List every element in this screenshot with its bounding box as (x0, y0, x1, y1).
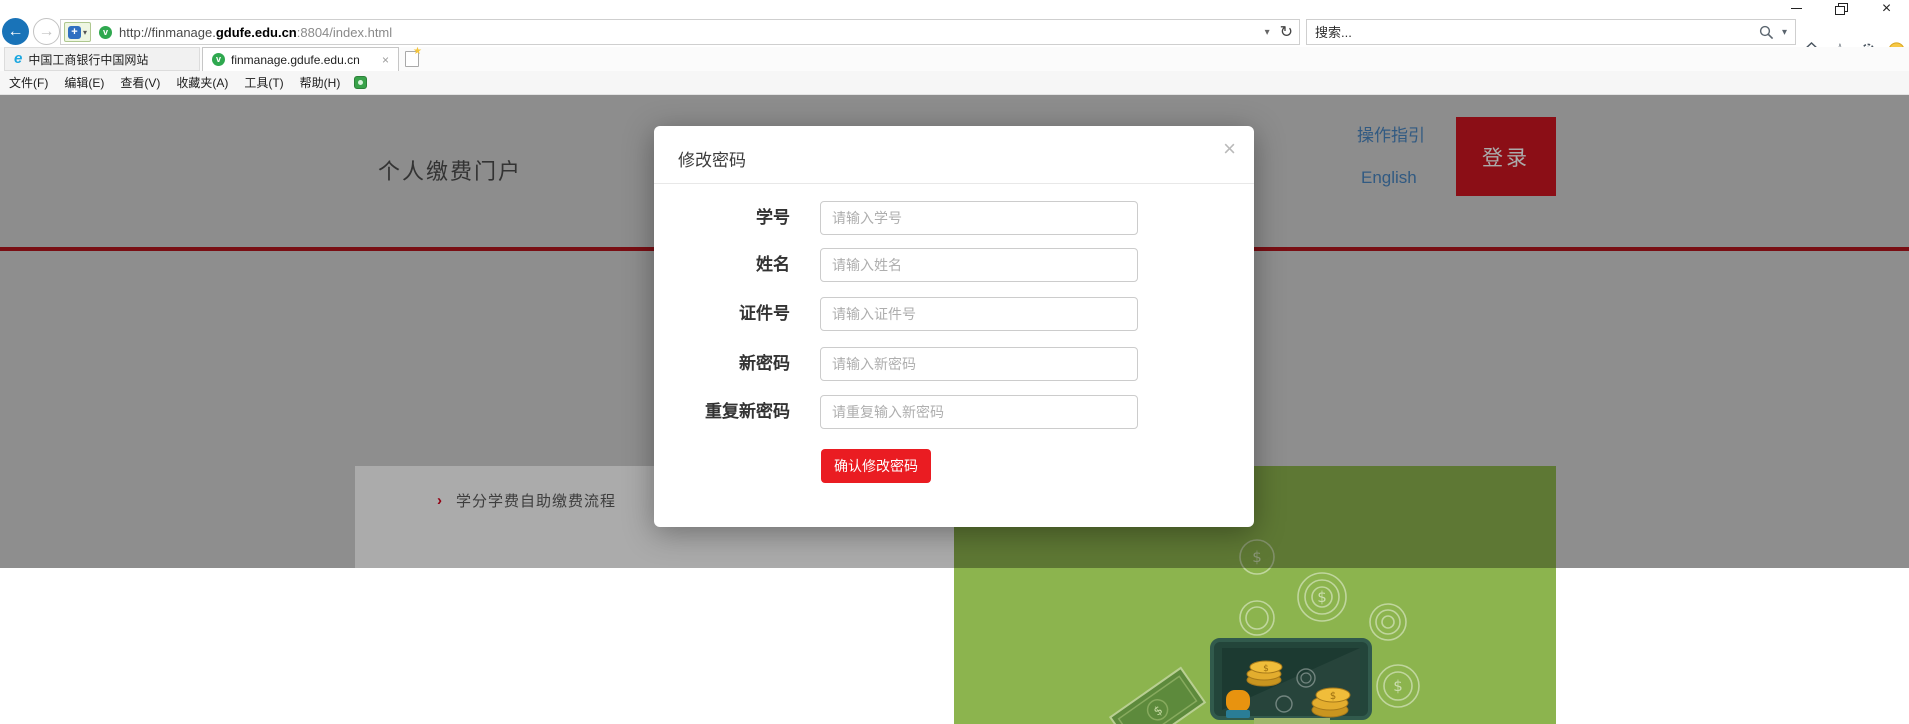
search-box: ▾ (1306, 19, 1796, 45)
close-window-button[interactable]: × (1864, 0, 1909, 17)
svg-text:$: $ (1330, 691, 1336, 702)
dialog-divider (654, 183, 1254, 184)
menu-tools[interactable]: 工具(T) (244, 74, 283, 91)
svg-text:$: $ (1317, 588, 1327, 606)
address-row: ← → + ▾ v http://finmanage.gdufe.edu.cn:… (0, 17, 1909, 47)
menu-view[interactable]: 查看(V) (120, 74, 160, 91)
tab-bar: e 中国工商银行中国网站 v finmanage.gdufe.edu.cn × … (0, 47, 1909, 71)
new-tab-star-icon: ★ (413, 46, 422, 57)
search-icon[interactable] (1759, 25, 1774, 40)
field-row-student-id: 学号 (654, 201, 1254, 235)
field-row-new-password: 新密码 (654, 347, 1254, 381)
refresh-icon[interactable]: ↻ (1280, 22, 1293, 42)
zone-plus-icon: + (68, 26, 81, 39)
field-row-repeat-password: 重复新密码 (654, 395, 1254, 429)
field-row-name: 姓名 (654, 248, 1254, 282)
new-password-input[interactable] (820, 347, 1138, 381)
menu-bar: 文件(F) 编辑(E) 查看(V) 收藏夹(A) 工具(T) 帮助(H) (0, 71, 1909, 95)
site-favicon-icon: v (212, 53, 225, 66)
svg-text:$: $ (1263, 664, 1269, 674)
field-label: 学号 (654, 201, 790, 235)
window-title-bar: × (0, 0, 1909, 17)
address-bar-controls: ▾ ↻ (1265, 20, 1293, 44)
search-input[interactable] (1307, 25, 1759, 40)
restore-button[interactable] (1819, 0, 1864, 17)
new-tab-button[interactable]: ★ (405, 51, 419, 67)
field-label: 证件号 (654, 297, 790, 331)
tab-label: finmanage.gdufe.edu.cn (231, 53, 360, 67)
name-input[interactable] (820, 248, 1138, 282)
confirm-change-password-button[interactable]: 确认修改密码 (821, 449, 931, 483)
address-bar[interactable]: + ▾ v http://finmanage.gdufe.edu.cn:8804… (60, 19, 1300, 45)
menu-help[interactable]: 帮助(H) (300, 74, 341, 91)
search-box-icons: ▾ (1759, 25, 1795, 40)
tab-label: 中国工商银行中国网站 (28, 51, 148, 68)
tab-close-icon[interactable]: × (382, 53, 389, 67)
url-dropdown-icon[interactable]: ▾ (1265, 27, 1270, 38)
back-button[interactable]: ← (2, 18, 29, 45)
tab-icbc[interactable]: e 中国工商银行中国网站 (4, 47, 200, 71)
field-label: 姓名 (654, 248, 790, 282)
zone-dropdown-icon: ▾ (83, 28, 87, 37)
change-password-dialog: 修改密码 × 学号 姓名 证件号 新密码 重复新密码 确认修改密码 (654, 126, 1254, 527)
svg-text:$: $ (1393, 677, 1403, 695)
menu-favorites[interactable]: 收藏夹(A) (176, 74, 228, 91)
compatibility-zone-button[interactable]: + ▾ (64, 22, 91, 42)
search-dropdown-icon[interactable]: ▾ (1782, 27, 1787, 38)
field-label: 重复新密码 (654, 395, 790, 429)
id-number-input[interactable] (820, 297, 1138, 331)
browser-chrome: × ← → + ▾ v http://finmanage.gdufe.edu.c… (0, 0, 1909, 95)
tab-finmanage-active[interactable]: v finmanage.gdufe.edu.cn × (202, 47, 399, 71)
dialog-title: 修改密码 (678, 146, 746, 171)
site-favicon-icon: v (99, 26, 112, 39)
plugin-icon[interactable] (354, 76, 367, 89)
menu-file[interactable]: 文件(F) (9, 74, 48, 91)
menu-edit[interactable]: 编辑(E) (64, 74, 104, 91)
dialog-close-icon[interactable]: × (1223, 138, 1236, 160)
field-row-id-number: 证件号 (654, 297, 1254, 331)
restore-icon (1835, 3, 1848, 15)
minimize-button[interactable] (1774, 0, 1819, 17)
forward-button[interactable]: → (33, 18, 60, 45)
window-controls: × (1774, 0, 1909, 17)
repeat-password-input[interactable] (820, 395, 1138, 429)
minimize-icon (1791, 8, 1802, 9)
field-label: 新密码 (654, 347, 790, 381)
student-id-input[interactable] (820, 201, 1138, 235)
url-text: http://finmanage.gdufe.edu.cn:8804/index… (119, 25, 392, 40)
ie-logo-icon: e (14, 52, 22, 66)
